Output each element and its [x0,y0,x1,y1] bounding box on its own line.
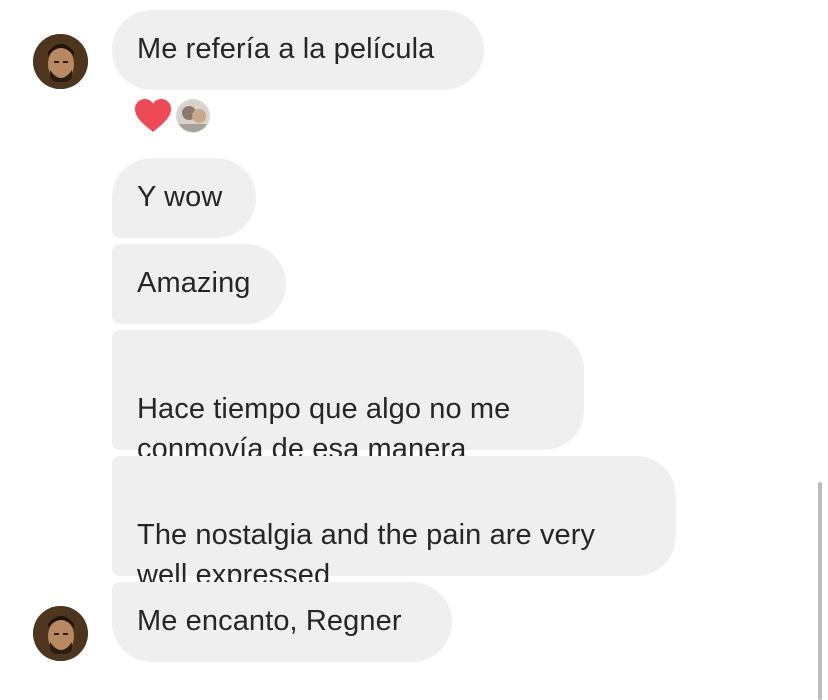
reactor-avatar[interactable] [176,99,210,133]
message-text: Me refería a la película [137,33,435,65]
message-text: Y wow [137,181,223,213]
message-bubble[interactable]: Me encanto, Regner [112,582,452,662]
message-bubble[interactable]: Amazing [112,244,286,324]
message-text: Me encanto, Regner [137,605,402,637]
message-text: Amazing [137,267,251,299]
message-text: The nostalgia and the pain are very well… [137,519,596,591]
heart-icon [135,99,171,132]
message-bubble[interactable]: The nostalgia and the pain are very well… [112,456,676,591]
message-reactions[interactable] [134,98,210,134]
sender-avatar[interactable] [33,606,88,661]
message-bubble[interactable]: Y wow [112,158,256,238]
sender-avatar[interactable] [33,34,88,89]
scrollbar[interactable] [818,482,822,700]
message-bubble[interactable]: Me refería a la película [112,10,484,90]
chat-thread: Me refería a la película Y wow Amazing H… [0,0,828,700]
message-bubble[interactable]: Hace tiempo que algo no me conmovía de e… [112,330,584,465]
message-text: Hace tiempo que algo no me conmovía de e… [137,393,511,465]
